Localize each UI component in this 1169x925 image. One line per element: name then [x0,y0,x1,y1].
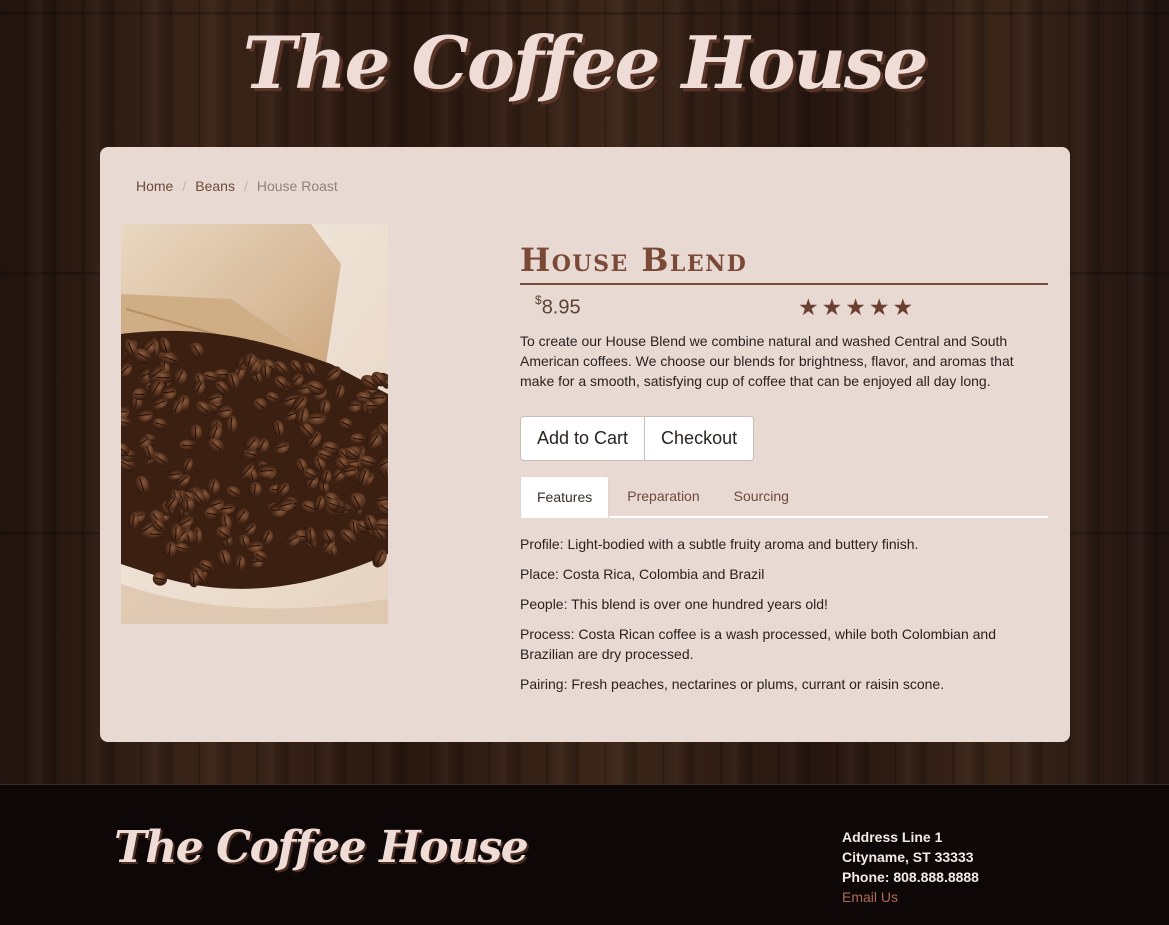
breadcrumb-separator: / [243,178,248,194]
product-panel: Home / Beans / House Roast House Blend $… [100,147,1070,742]
coffee-bean-crease [264,365,267,377]
price-value: 8.95 [541,296,581,319]
coffee-bean-crease [372,397,384,399]
email-us-link[interactable]: Email Us [842,889,898,905]
coffee-beans-photo [121,224,388,624]
coffee-bean-crease [230,417,233,432]
cart-button-group: Add to Cart Checkout [520,416,755,461]
coffee-bean-crease [174,526,177,539]
feature-pairing: Pairing: Fresh peaches, nectarines or pl… [520,676,945,692]
breadcrumb-beans[interactable]: Beans [195,178,235,194]
site-title: The Coffee House [242,20,929,105]
feature-people: People: This blend is over one hundred y… [520,596,828,612]
tab-features[interactable]: Features [520,476,610,518]
breadcrumb-current: House Roast [256,178,338,194]
product-details: House Blend $8.95 ★★★★★ To create our Ho… [520,241,1048,704]
feature-process: Process: Costa Rican coffee is a wash pr… [520,626,996,662]
product-price: $8.95 [535,293,581,320]
price-row: $8.95 ★★★★★ [520,285,1048,325]
product-description: To create our House Blend we combine nat… [520,333,1014,389]
address-city: Cityname, ST 33333 [842,849,974,865]
breadcrumb-separator: / [182,178,187,194]
breadcrumb-home[interactable]: Home [136,178,173,194]
product-tabs: Features Preparation Sourcing [520,476,1048,518]
features-panel: Profile: Light-bodied with a subtle frui… [520,534,1048,694]
currency-symbol: $ [535,293,542,307]
checkout-button[interactable]: Checkout [644,417,754,460]
tab-preparation[interactable]: Preparation [611,476,715,518]
address-phone: Phone: 808.888.8888 [842,869,979,885]
feature-place: Place: Costa Rica, Colombia and Brazil [520,566,765,582]
product-image [121,224,388,624]
feature-profile: Profile: Light-bodied with a subtle frui… [520,536,919,552]
address-line: Address Line 1 [842,829,943,845]
site-footer: The Coffee House Address Line 1 Cityname… [0,784,1169,925]
footer-logo: The Coffee House [114,822,529,873]
breadcrumb: Home / Beans / House Roast [136,178,338,194]
footer-address: Address Line 1 Cityname, ST 33333 Phone:… [842,827,979,907]
add-to-cart-button[interactable]: Add to Cart [521,417,645,460]
product-title: House Blend [520,241,1048,285]
coffee-bean-crease [121,411,128,413]
star-rating-icons: ★★★★★ [798,295,917,321]
tab-sourcing[interactable]: Sourcing [718,476,805,518]
